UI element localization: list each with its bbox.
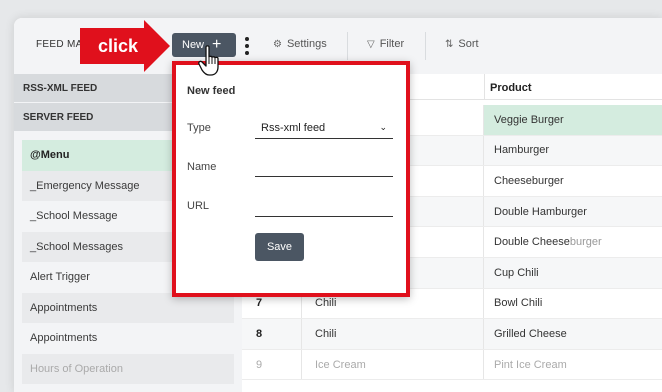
click-annotation-arrow: click [78, 20, 172, 75]
type-select-value: Rss-xml feed [261, 121, 326, 134]
gear-icon: ⚙ [273, 38, 282, 50]
row-product-text-faded: burger [569, 236, 602, 249]
row-product: Veggie Burger [484, 105, 662, 135]
url-field[interactable] [255, 195, 393, 217]
name-field[interactable] [255, 155, 393, 177]
sidebar-item-appointments[interactable]: Appointments [22, 292, 234, 323]
row-product: Pint Ice Cream [494, 358, 567, 371]
settings-button[interactable]: ⚙ Settings [273, 38, 327, 50]
toolbar-divider [347, 32, 348, 60]
name-label: Name [187, 161, 217, 173]
row-item: Ice Cream [302, 349, 484, 380]
hand-pointer-icon [198, 45, 224, 80]
row-product: Bowl Chili [494, 297, 543, 310]
type-select[interactable]: Rss-xml feed ⌄ [255, 117, 393, 139]
row-product: Cup Chili [494, 266, 539, 279]
click-annotation-label: click [98, 36, 139, 56]
filter-button[interactable]: ▽ Filter [367, 38, 404, 50]
filter-label: Filter [379, 38, 405, 50]
table-row[interactable]: 9 Ice Cream Pint Ice Cream [242, 349, 662, 381]
row-number: 9 [242, 349, 302, 380]
row-product: Grilled Cheese [494, 327, 567, 340]
sort-arrows-icon: ⇅ [445, 38, 454, 50]
settings-label: Settings [286, 38, 327, 50]
row-product: Double Cheese burger [484, 227, 662, 257]
page-title: FEED MA [36, 39, 83, 50]
type-label: Type [187, 122, 211, 134]
row-product: Double Hamburger [494, 205, 587, 218]
sort-button[interactable]: ⇅ Sort [445, 38, 479, 50]
sidebar-item-appointments-2[interactable]: Appointments [22, 323, 234, 354]
popup-title: New feed [187, 85, 236, 97]
funnel-icon: ▽ [367, 38, 375, 50]
row-product-text: Double Cheese [494, 236, 570, 249]
row-product: Cheeseburger [494, 174, 564, 187]
row-product: Hamburger [494, 144, 550, 157]
chevron-down-icon: ⌄ [379, 122, 387, 132]
row-item: Chili [302, 319, 484, 349]
new-feed-popup: New feed Type Rss-xml feed ⌄ Name URL Sa… [172, 61, 410, 297]
row-number: 8 [242, 319, 302, 349]
column-header-product[interactable]: Product [490, 82, 532, 94]
url-label: URL [187, 200, 210, 212]
more-options-icon[interactable] [242, 34, 252, 58]
table-row[interactable]: 8 Chili Grilled Cheese [242, 319, 662, 350]
save-button[interactable]: Save [255, 233, 304, 261]
sort-label: Sort [458, 38, 479, 50]
toolbar-divider [425, 32, 426, 60]
sidebar-item-hours-of-operation[interactable]: Hours of Operation [22, 353, 234, 384]
